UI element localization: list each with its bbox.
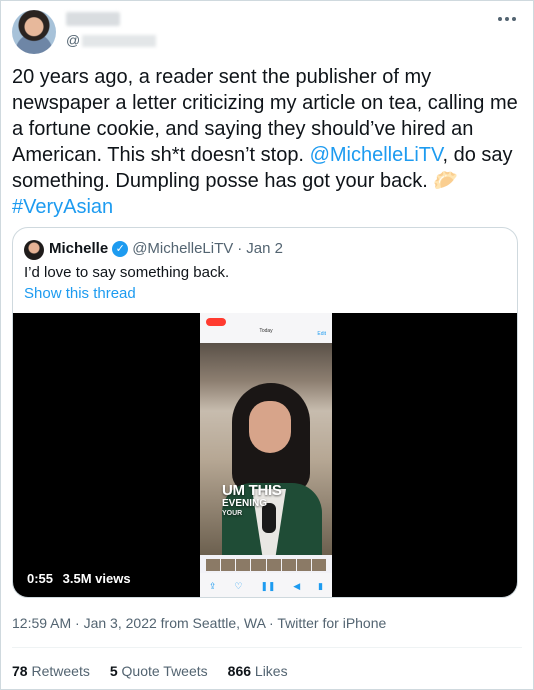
quoted-tweet[interactable]: Michelle ✓ @MichelleLiTV · Jan 2 I’d lov… <box>12 227 518 598</box>
retweets-stat[interactable]: 78 Retweets <box>12 662 90 680</box>
author-handle[interactable]: @ <box>66 32 157 48</box>
person-face <box>249 401 291 453</box>
video-player[interactable]: Today Edit UM THIS EVENING YOUR ⇪ ♡ ❚❚ ◀… <box>13 313 517 597</box>
video-stats: 0:55 3.5M views <box>27 571 137 586</box>
quoted-date[interactable]: Jan 2 <box>246 240 283 258</box>
video-views: 3.5M views <box>62 571 131 586</box>
caption-line2: EVENING <box>222 498 268 509</box>
author-handle-prefix: @ <box>66 32 81 48</box>
author-avatar[interactable] <box>12 10 56 54</box>
verified-badge-icon: ✓ <box>112 241 129 257</box>
retweets-count: 78 <box>12 663 28 679</box>
quoted-handle[interactable]: @MichelleLiTV <box>132 240 233 258</box>
more-icon[interactable] <box>498 14 520 24</box>
video-frame: Today Edit UM THIS EVENING YOUR ⇪ ♡ ❚❚ ◀… <box>200 313 332 597</box>
hashtag-link[interactable]: #VeryAsian <box>12 196 113 218</box>
retweets-label: Retweets <box>31 663 90 679</box>
likes-count: 866 <box>227 663 252 679</box>
quotes-label: Quote Tweets <box>121 663 208 679</box>
quoted-author-name[interactable]: Michelle <box>49 240 108 258</box>
volume-icon: ◀ <box>293 580 301 591</box>
pause-icon: ❚❚ <box>260 580 276 591</box>
phone-status-bar: Today Edit <box>200 313 332 343</box>
phone-toolbar: ⇪ ♡ ❚❚ ◀ ▮ <box>200 573 332 597</box>
quote-tweets-stat[interactable]: 5 Quote Tweets <box>110 662 208 680</box>
recording-indicator <box>206 318 226 326</box>
video-scene: UM THIS EVENING YOUR <box>200 343 332 555</box>
show-thread-link[interactable]: Show this thread <box>24 284 136 304</box>
quotes-count: 5 <box>109 663 118 679</box>
trash-icon: ▮ <box>318 580 324 591</box>
video-duration: 0:55 <box>27 571 54 586</box>
quoted-avatar[interactable] <box>24 240 44 260</box>
author-handle-redacted <box>82 35 157 48</box>
tweet-text: 20 years ago, a reader sent the publishe… <box>12 64 522 220</box>
tweet-timestamp[interactable]: 12:59 AM · Jan 3, 2022 from Seattle, WA … <box>12 614 386 632</box>
divider <box>12 647 522 648</box>
thumbnail-strip <box>200 559 332 571</box>
likes-stat[interactable]: 866 Likes <box>228 662 288 680</box>
caption-line3: YOUR <box>222 510 243 517</box>
author-name-redacted[interactable] <box>66 12 120 26</box>
share-icon: ⇪ <box>208 580 217 591</box>
quoted-text: I’d love to say something back. <box>24 264 230 281</box>
phone-edit-label: Edit <box>317 331 326 337</box>
caption-line1: UM THIS <box>222 482 282 499</box>
quoted-separator: · <box>237 240 243 257</box>
heart-icon: ♡ <box>234 580 243 591</box>
likes-label: Likes <box>254 663 288 679</box>
mention-link[interactable]: @MichelleLiTV <box>310 144 443 166</box>
dumpling-emoji: 🥟 <box>433 170 459 192</box>
engagement-stats: 78 Retweets 5 Quote Tweets 866 Likes <box>12 662 288 680</box>
video-caption: UM THIS EVENING YOUR <box>222 483 282 517</box>
phone-today-label: Today <box>259 328 273 334</box>
quoted-header: Michelle ✓ @MichelleLiTV · Jan 2 <box>49 240 283 258</box>
